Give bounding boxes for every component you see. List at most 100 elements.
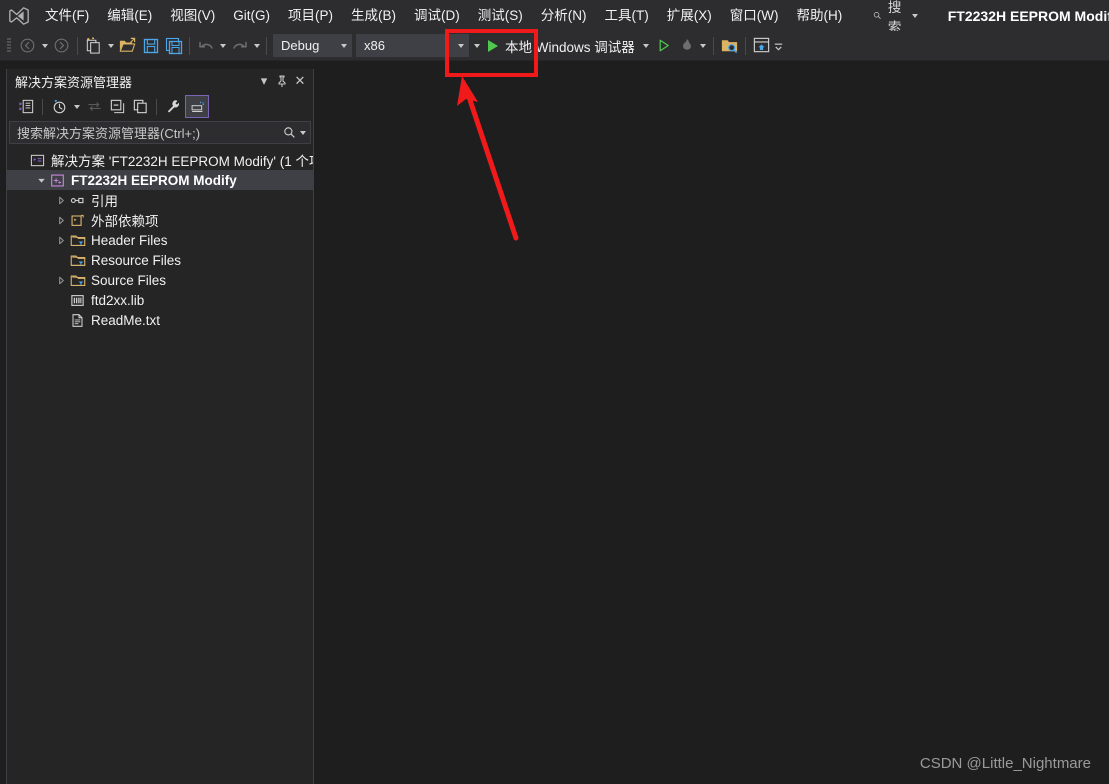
sync-with-active-document-icon[interactable] (83, 96, 105, 117)
menu-debug[interactable]: 调试(D) (405, 3, 469, 28)
preview-selected-items-icon[interactable] (185, 95, 209, 118)
tree-item-label: ReadMe.txt (91, 312, 161, 328)
menu-window[interactable]: 窗口(W) (721, 3, 788, 28)
chevron-right-icon (58, 196, 64, 204)
redo-icon[interactable] (228, 34, 251, 57)
toolbar-divider (42, 98, 43, 115)
solution-explorer-search-input[interactable]: 搜索解决方案资源管理器(Ctrl+;) (9, 121, 311, 144)
menu-analyze[interactable]: 分析(N) (532, 3, 596, 28)
folder-search-icon[interactable] (718, 34, 741, 57)
tree-item-resource-files[interactable]: Resource Files (7, 250, 313, 270)
tree-item-source-files[interactable]: Source Files (7, 270, 313, 290)
tree-item-header-files[interactable]: Header Files (7, 230, 313, 250)
play-solid-icon (488, 39, 498, 52)
tree-item-solution[interactable]: 解决方案 'FT2232H EEPROM Modify' (1 个项目, (7, 150, 313, 170)
show-all-files-icon[interactable] (129, 96, 151, 117)
save-all-icon[interactable] (162, 34, 185, 57)
tree-item-label: ftd2xx.lib (91, 292, 145, 308)
tree-expander-toggle[interactable] (53, 270, 69, 290)
tree-item-label: Header Files (91, 232, 168, 248)
filter-folder-icon (69, 250, 86, 270)
solution-search-placeholder: 搜索解决方案资源管理器(Ctrl+;) (17, 126, 201, 141)
external-dependencies-icon (69, 210, 86, 230)
undo-dropdown[interactable] (217, 34, 228, 57)
hot-reload-dropdown[interactable] (698, 34, 709, 57)
tree-item-references[interactable]: 引用 (7, 190, 313, 210)
tree-expander-toggle[interactable] (53, 190, 69, 210)
toolbar-divider (744, 36, 746, 55)
menu-extensions[interactable]: 扩展(X) (658, 3, 721, 28)
cpp-project-icon (49, 170, 66, 190)
chevron-right-icon (58, 216, 64, 224)
tree-item-ftd2xx-lib[interactable]: ftd2xx.lib (7, 290, 313, 310)
properties-icon[interactable] (162, 96, 184, 117)
chevron-down-icon (107, 43, 114, 48)
toolbar-grip-handle[interactable] (4, 37, 14, 55)
navigate-back-icon[interactable] (16, 34, 39, 57)
solution-explorer-toolbar (7, 93, 313, 120)
watermark-text: CSDN @Little_Nightmare (919, 755, 1091, 772)
tree-item-readme-txt[interactable]: ReadMe.txt (7, 310, 313, 330)
navigate-forward-icon[interactable] (50, 34, 73, 57)
solution-home-icon[interactable] (15, 96, 37, 117)
play-outline-icon[interactable] (652, 34, 675, 57)
filter-folder-icon (69, 270, 86, 290)
tree-expander-toggle[interactable] (33, 170, 49, 190)
toolbar-divider (189, 36, 190, 55)
tree-item-label: Source Files (91, 272, 167, 288)
chevron-down-icon (300, 130, 306, 135)
close-icon[interactable]: ✕ (291, 72, 309, 90)
chevron-down-icon (253, 43, 260, 48)
toolbar-divider (266, 36, 267, 55)
undo-icon[interactable] (194, 34, 217, 57)
chevron-right-icon (58, 236, 64, 244)
window-layout-icon[interactable] (750, 34, 773, 57)
redo-dropdown[interactable] (251, 34, 262, 57)
solution-explorer-header: 解决方案资源管理器 ▾ ✕ (7, 69, 313, 93)
solution-explorer-title: 解决方案资源管理器 (15, 74, 133, 90)
new-item-dropdown[interactable] (105, 34, 116, 57)
panel-dropdown-button[interactable]: ▾ (255, 72, 273, 90)
collapse-all-icon[interactable] (106, 96, 128, 117)
chevron-down-icon (643, 43, 650, 48)
platform-extra-dropdown[interactable] (471, 34, 482, 57)
tree-expander-placeholder (13, 150, 29, 170)
chevron-right-icon (58, 276, 64, 284)
menu-git[interactable]: Git(G) (224, 3, 279, 28)
solution-platform-combobox[interactable]: x86 (356, 34, 469, 57)
menu-project[interactable]: 项目(P) (279, 3, 342, 28)
page-title: FT2232H EEPROM Modify (947, 7, 1109, 24)
menu-help[interactable]: 帮助(H) (787, 3, 851, 28)
pending-changes-icon[interactable] (48, 96, 70, 117)
pin-icon[interactable] (273, 72, 291, 90)
menu-test[interactable]: 测试(S) (469, 3, 532, 28)
menu-tools[interactable]: 工具(T) (596, 3, 658, 28)
start-debugging-label: 本地 Windows 调试器 (505, 39, 635, 55)
pending-changes-dropdown[interactable] (71, 95, 82, 118)
save-icon[interactable] (139, 34, 162, 57)
chevron-down-icon (700, 43, 707, 48)
menu-view[interactable]: 视图(V) (161, 3, 224, 28)
menu-edit[interactable]: 编辑(E) (98, 3, 161, 28)
solution-configuration-combobox[interactable]: Debug (273, 34, 352, 57)
toolbar-overflow-icon[interactable] (773, 34, 784, 57)
hot-reload-flame-icon[interactable] (675, 34, 698, 57)
new-item-icon[interactable] (82, 34, 105, 57)
tree-item-external-dependencies[interactable]: 外部依赖项 (7, 210, 313, 230)
tree-expander-toggle[interactable] (53, 210, 69, 230)
tree-item-label: 解决方案 'FT2232H EEPROM Modify' (1 个项目, (51, 154, 313, 169)
tree-expander-toggle[interactable] (53, 230, 69, 250)
open-file-icon[interactable] (116, 34, 139, 57)
filter-folder-icon (69, 230, 86, 250)
start-debugging-dropdown[interactable] (641, 34, 652, 57)
tree-item-label: FT2232H EEPROM Modify (71, 172, 237, 188)
menu-file[interactable]: 文件(F) (36, 3, 98, 28)
tree-item-label: 外部依赖项 (91, 214, 159, 229)
navigate-back-dropdown[interactable] (39, 34, 50, 57)
tree-item-project[interactable]: FT2232H EEPROM Modify (7, 170, 313, 190)
workspace-area: 解决方案资源管理器 ▾ ✕ 搜索解决方案资源管理器(Ctrl+;) 解决方案 '… (0, 61, 1109, 784)
solution-tree: 解决方案 'FT2232H EEPROM Modify' (1 个项目, FT22… (7, 146, 313, 784)
menu-build[interactable]: 生成(B) (342, 3, 405, 28)
start-debugging-button[interactable]: 本地 Windows 调试器 (482, 34, 641, 57)
tree-item-label: 引用 (91, 194, 118, 209)
